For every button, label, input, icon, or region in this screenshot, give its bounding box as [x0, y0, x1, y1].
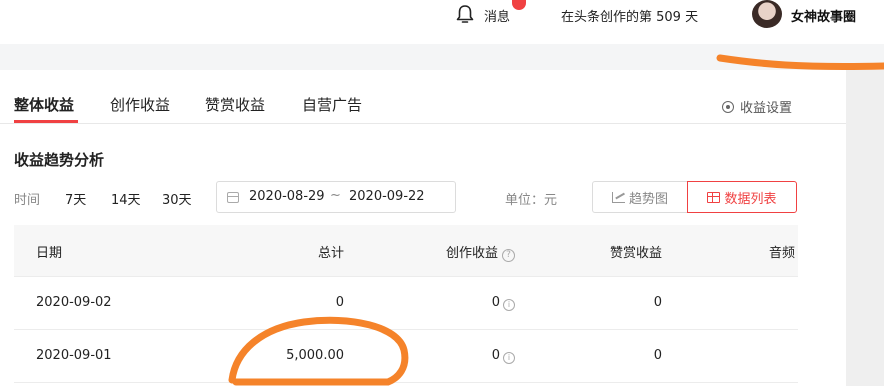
tab-self-ads[interactable]: 自营广告 [302, 94, 362, 115]
notification-badge [512, 0, 526, 10]
tab-reward-revenue[interactable]: 赞赏收益 [205, 94, 265, 115]
top-bar: 消息 在头条创作的第 509 天 女神故事圈 [0, 0, 884, 44]
row-creation: 0i [492, 295, 515, 311]
info-icon[interactable]: i [503, 299, 515, 311]
bell-icon[interactable] [454, 3, 476, 25]
column-total: 总计 [317, 246, 344, 261]
end-date[interactable]: 2020-09-22 [349, 189, 425, 204]
row-creation-value: 0 [491, 348, 500, 363]
row-creation: 0i [492, 348, 515, 364]
date-range-picker[interactable]: 2020-08-29 ~ 2020-09-22 [216, 181, 456, 213]
row-creation-value: 0 [491, 295, 500, 310]
help-icon[interactable]: ? [502, 249, 515, 262]
section-title: 收益趋势分析 [14, 151, 105, 169]
calendar-icon [227, 192, 239, 203]
table-icon [707, 191, 721, 203]
settings-icon [722, 101, 734, 113]
column-reward-revenue: 赞赏收益 [609, 246, 662, 261]
header-spacer [0, 44, 884, 70]
revenue-panel: 整体收益 创作收益 赞赏收益 自营广告 收益设置 收益趋势分析 时间 7天 14… [0, 70, 846, 386]
tab-overall-revenue[interactable]: 整体收益 [14, 94, 74, 115]
revenue-tabs: 整体收益 创作收益 赞赏收益 自营广告 收益设置 [0, 70, 846, 124]
column-audio: 音频 [769, 246, 796, 261]
row-reward: 0 [653, 295, 662, 310]
active-tab-indicator [14, 120, 78, 123]
table-row: 2020-09-01 5,000.00 0i 0 [14, 330, 798, 383]
column-date: 日期 [36, 246, 63, 261]
column-creation-revenue: 创作收益? [446, 242, 515, 262]
messages-label[interactable]: 消息 [484, 6, 510, 25]
avatar[interactable] [752, 0, 782, 28]
row-total: 0 [335, 295, 344, 310]
trend-chart-icon [611, 191, 625, 203]
creation-days-text: 在头条创作的第 509 天 [561, 10, 699, 25]
revenue-settings-label: 收益设置 [740, 101, 793, 116]
table-header: 日期 总计 创作收益? 赞赏收益 音频 [14, 225, 798, 277]
trend-chart-button[interactable]: 趋势图 [592, 181, 688, 213]
range-7-days[interactable]: 7天 [65, 189, 86, 208]
row-total: 5,000.00 [286, 348, 344, 363]
row-date: 2020-09-01 [36, 348, 112, 363]
time-label: 时间 [14, 193, 41, 208]
range-30-days[interactable]: 30天 [162, 189, 192, 208]
revenue-settings-link[interactable]: 收益设置 [722, 97, 792, 116]
right-gutter [846, 70, 884, 386]
data-list-label: 数据列表 [724, 191, 777, 207]
column-creation-revenue-label: 创作收益 [445, 246, 498, 261]
unit-label: 单位：元 [505, 193, 558, 208]
start-date[interactable]: 2020-08-29 [249, 189, 325, 204]
username[interactable]: 女神故事圈 [791, 6, 856, 25]
trend-chart-label: 趋势图 [628, 191, 668, 207]
info-icon[interactable]: i [503, 352, 515, 364]
row-reward: 0 [653, 348, 662, 363]
date-separator: ~ [330, 188, 341, 203]
range-14-days[interactable]: 14天 [111, 189, 141, 208]
data-list-button[interactable]: 数据列表 [687, 181, 797, 213]
tab-creation-revenue[interactable]: 创作收益 [110, 94, 170, 115]
row-date: 2020-09-02 [36, 295, 112, 310]
table-row: 2020-09-02 0 0i 0 [14, 277, 798, 330]
